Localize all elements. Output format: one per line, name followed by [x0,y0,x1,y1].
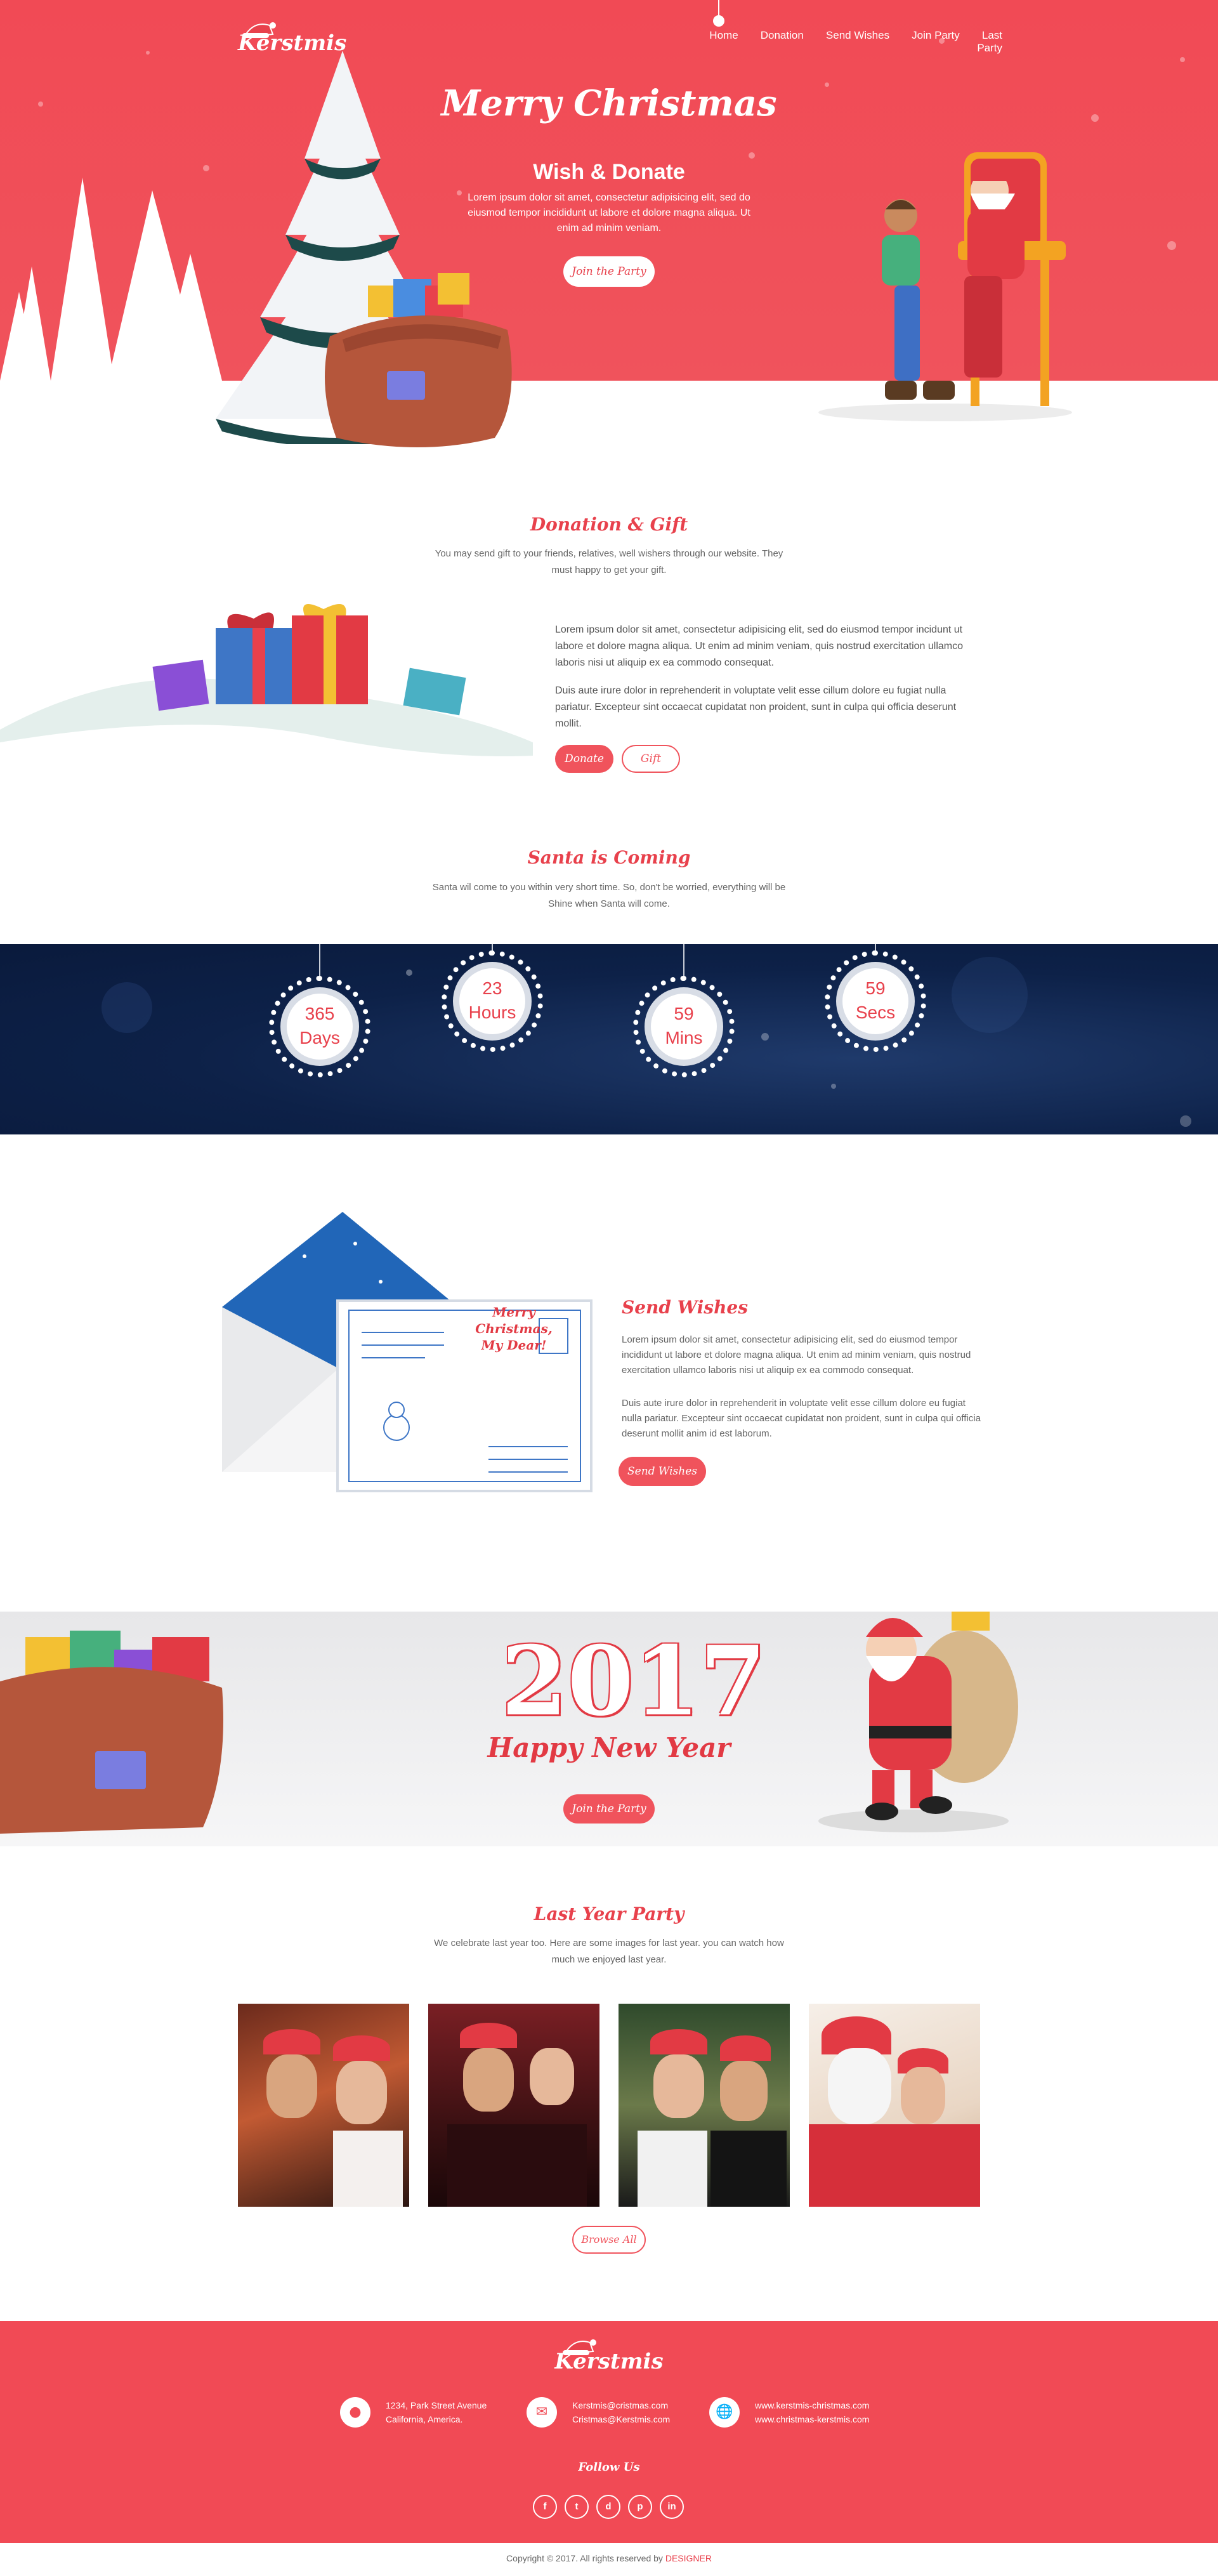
gift-sack-illustration [325,273,512,447]
send-wishes-paragraph-2: Duis aute irure dolor in reprehenderit i… [622,1398,981,1439]
donation-title: Donation & Gift [530,514,688,535]
donate-button[interactable]: Donate [555,745,613,773]
join-party-button[interactable]: Join the Party [563,256,655,287]
party-photo-1[interactable] [238,2004,409,2207]
gifts-illustration [0,604,546,787]
donation-intro: You may send gift to your friends, relat… [435,548,783,575]
santa-coming-title: Santa is Coming [527,847,691,868]
nav-item-last-party[interactable]: Last Party [977,29,1002,54]
designer-link[interactable]: DESIGNER [665,2553,712,2563]
donation-paragraph-2: Duis aute irure dolor in reprehenderit i… [555,685,957,729]
hero-subtitle: Wish & Donate [533,160,685,184]
santa-with-sack-illustration [818,1612,1018,1832]
countdown-section: 365 Days 23 Hours 59 Mins 59 Secs [0,944,1218,1134]
donation-paragraph-1: Lorem ipsum dolor sit amet, consectetur … [555,624,963,668]
dribbble-icon[interactable]: d [596,2495,620,2519]
copyright: Copyright © 2017. All rights reserved by… [506,2553,712,2563]
hero-title: Merry Christmas [441,82,777,124]
browse-all-button[interactable]: Browse All [572,2226,646,2254]
ornament-icon [713,15,724,27]
party-photo-4[interactable] [809,2004,980,2207]
footer: Kerstmis ● 1234, Park Street Avenue Cali… [0,2321,1218,2543]
countdown-secs: 59 Secs [825,950,926,1052]
party-photo-3[interactable] [619,2004,790,2207]
nav-item-join-party[interactable]: Join Party [912,29,960,41]
facebook-icon[interactable]: f [533,2495,557,2519]
new-year-join-button[interactable]: Join the Party [563,1794,655,1824]
linkedin-icon[interactable]: in [660,2495,684,2519]
send-wishes-title: Send Wishes [622,1297,749,1318]
last-party-intro: We celebrate last year too. Here are som… [434,1938,784,1965]
last-party-title: Last Year Party [534,1903,684,1924]
footer-address: 1234, Park Street Avenue California, Ame… [386,2400,487,2424]
countdown-days: 365 Days [269,976,370,1077]
location-pin-icon: ● [340,2397,370,2428]
santa-coming-intro: Santa wil come to you within very short … [432,882,786,909]
email-icon: ✉ [527,2397,557,2428]
footer-emails: Kerstmis@cristmas.com Cristmas@Kerstmis.… [572,2400,671,2424]
santa-with-kid-illustration [818,152,1072,421]
footer-websites: www.kerstmis-christmas.com www.christmas… [755,2400,870,2424]
pinterest-icon[interactable]: p [628,2495,652,2519]
nav-item-send-wishes[interactable]: Send Wishes [826,29,889,41]
gift-sack-icon [0,1631,223,1834]
hero-text: Lorem ipsum dolor sit amet, consectetur … [468,192,750,233]
send-wishes-button[interactable]: Send Wishes [619,1457,706,1486]
postcard-greeting: Merry Christmas, My Dear! [475,1304,553,1353]
new-year-number: 2017 [501,1626,766,1737]
main-nav: Home Donation Send Wishes Join Party Las… [685,29,1002,55]
globe-icon: 🌐 [709,2397,740,2428]
nav-item-donation[interactable]: Donation [761,29,804,41]
new-year-tagline: Happy New Year [487,1732,731,1763]
gift-button[interactable]: Gift [622,745,680,773]
follow-us-label: Follow Us [578,2461,640,2474]
countdown-mins: 59 Mins [633,976,735,1077]
footer-brand: Kerstmis [554,2349,664,2374]
countdown-hours: 23 Hours [442,950,543,1052]
nav-item-home[interactable]: Home [709,29,738,41]
twitter-icon[interactable]: t [565,2495,589,2519]
party-photo-2[interactable] [428,2004,599,2207]
send-wishes-paragraph-1: Lorem ipsum dolor sit amet, consectetur … [622,1334,971,1376]
